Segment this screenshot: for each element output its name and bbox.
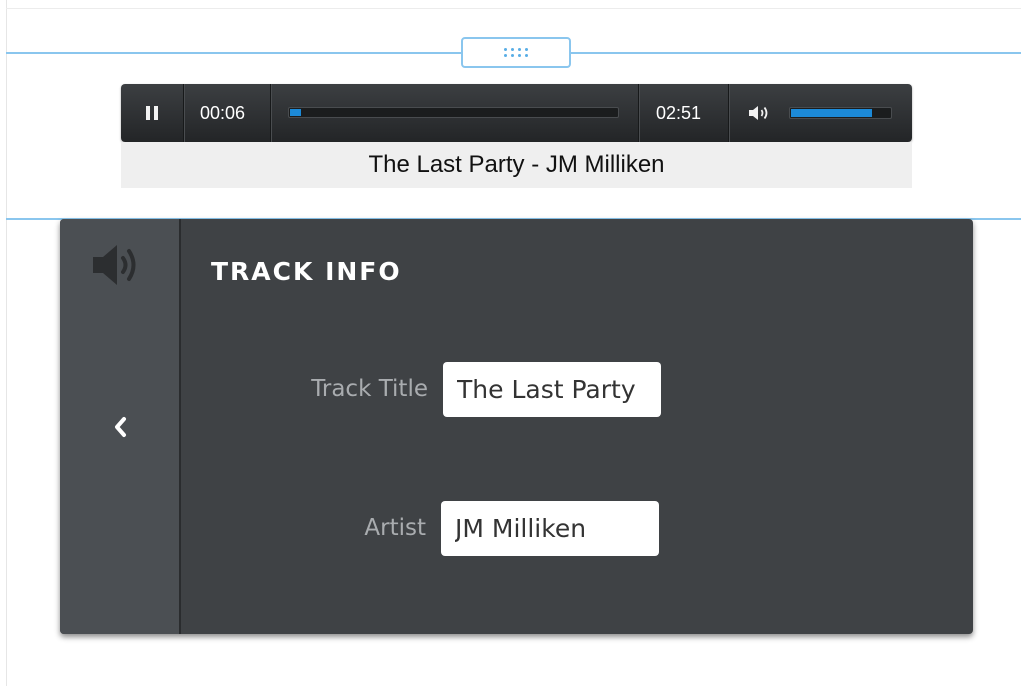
block-drag-handle[interactable] (461, 37, 571, 68)
track-title-input[interactable] (443, 362, 661, 417)
player-divider (183, 84, 184, 142)
pause-button[interactable] (121, 84, 183, 142)
seek-bar-fill (290, 109, 301, 116)
now-playing-caption: The Last Party - JM Milliken (121, 142, 912, 188)
artist-input[interactable] (441, 501, 659, 556)
audio-player: 00:06 02:51 (121, 84, 912, 142)
player-divider (728, 84, 729, 142)
back-button[interactable] (100, 407, 140, 447)
grip-dots-icon (504, 48, 528, 57)
canvas-left-edge (6, 0, 7, 686)
total-time-text: 02:51 (656, 102, 702, 123)
current-time: 00:06 (200, 84, 245, 142)
track-title-label: Track Title (311, 376, 428, 402)
panel-title: TRACK INFO (211, 257, 402, 286)
chevron-left-icon (115, 417, 126, 437)
speaker-icon (93, 245, 136, 285)
volume-slider-fill (791, 109, 872, 117)
now-playing-text: The Last Party - JM Milliken (368, 151, 665, 178)
canvas-top-edge (6, 8, 1021, 9)
speaker-icon[interactable] (747, 103, 773, 123)
track-info-panel: TRACK INFO Track Title Artist (60, 219, 973, 634)
current-time-text: 00:06 (200, 102, 246, 123)
total-time: 02:51 (656, 84, 701, 142)
player-divider (638, 84, 639, 142)
player-divider (270, 84, 271, 142)
artist-label: Artist (364, 515, 426, 541)
editor-canvas: 00:06 02:51 The Last Party - JM Milliken (0, 0, 1021, 686)
panel-sidebar (60, 219, 181, 634)
seek-bar[interactable] (288, 107, 619, 118)
pause-icon (146, 106, 158, 120)
volume-slider[interactable] (789, 107, 892, 119)
